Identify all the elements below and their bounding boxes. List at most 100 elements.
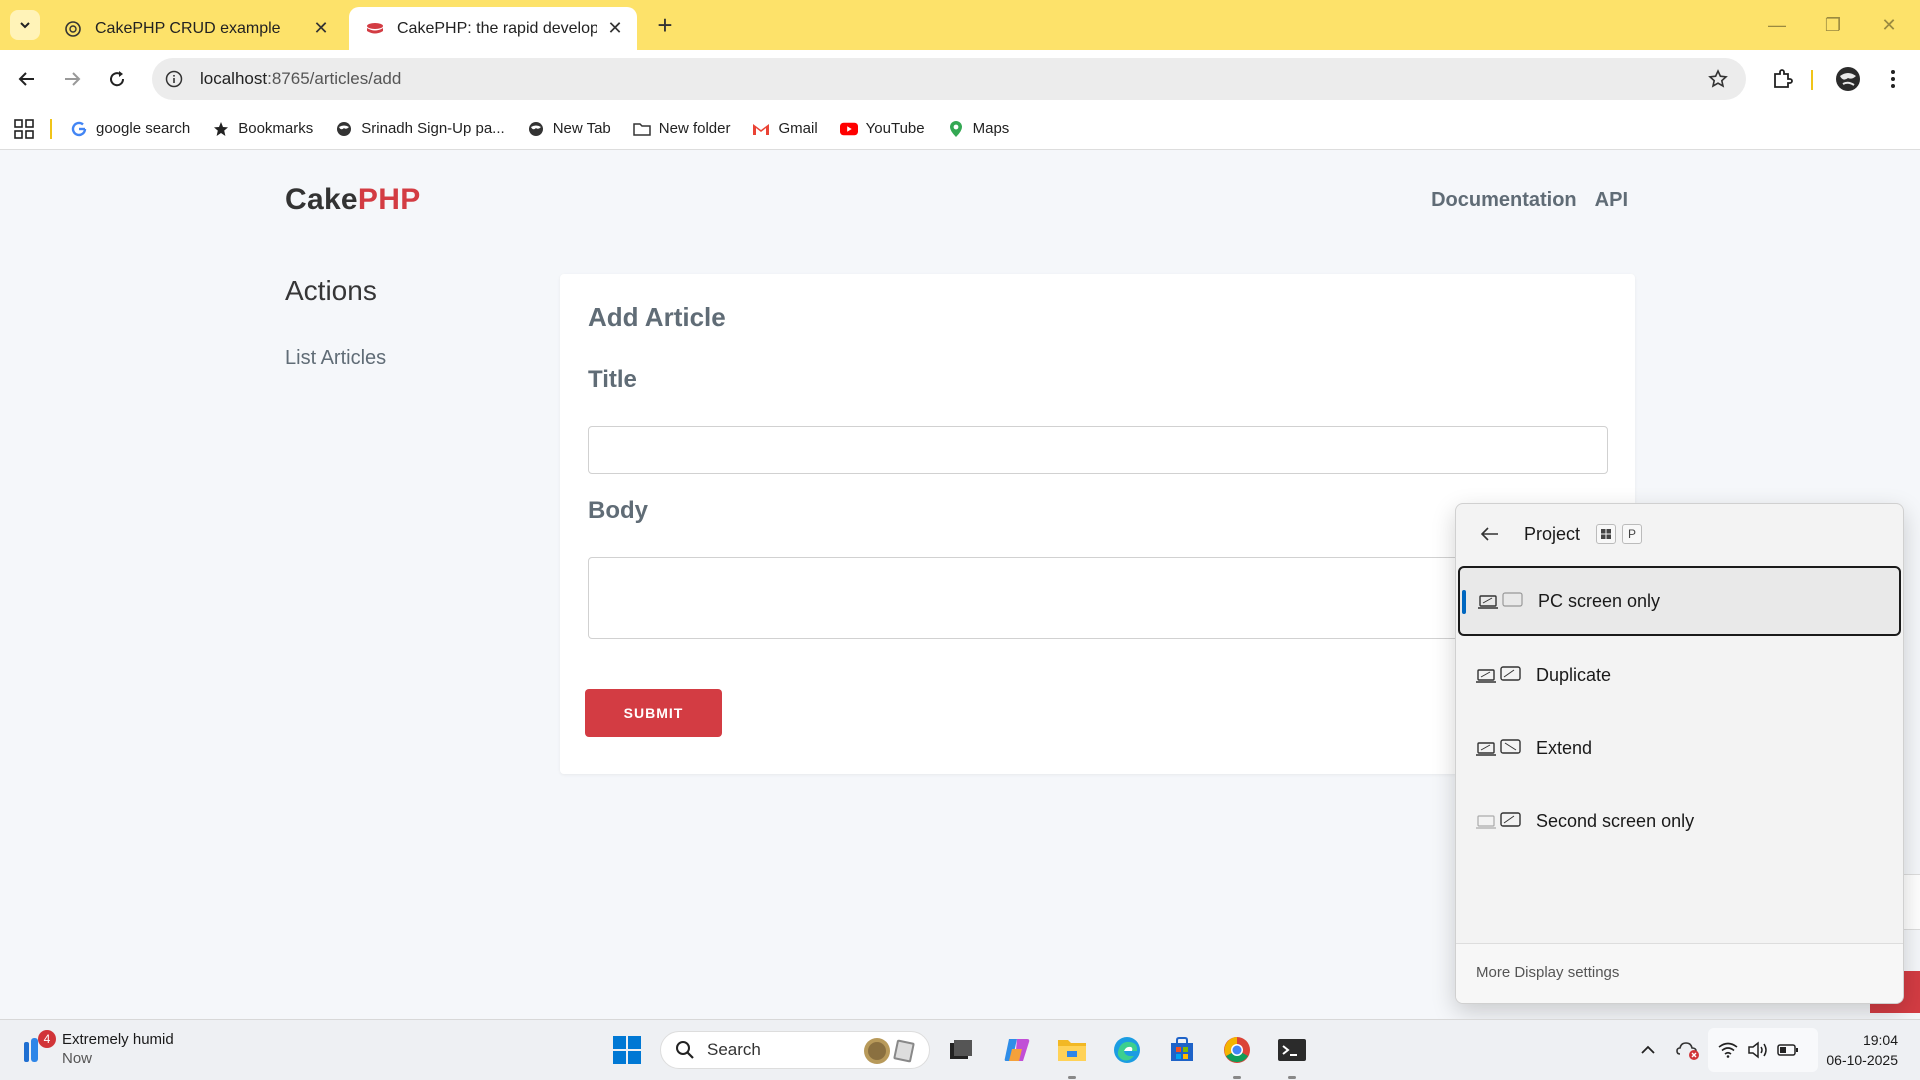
tab-search-button[interactable] xyxy=(10,10,40,40)
address-bar[interactable]: localhost:8765/articles/add xyxy=(152,58,1746,100)
tab-cakephp-rapid[interactable]: CakePHP: the rapid developme ✕ xyxy=(349,7,637,50)
tab-title: CakePHP CRUD example xyxy=(95,19,281,37)
bookmark-label: Bookmarks xyxy=(238,120,314,137)
arrow-left-icon xyxy=(18,72,34,86)
nav-link-api[interactable]: API xyxy=(1595,189,1628,212)
close-icon[interactable]: ✕ xyxy=(605,18,625,39)
flyout-footer: More Display settings xyxy=(1456,943,1903,1003)
new-tab-button[interactable]: + xyxy=(650,10,680,40)
gmail-icon xyxy=(752,120,770,138)
window-close-button[interactable]: ✕ xyxy=(1869,8,1909,42)
bookmark-maps[interactable]: Maps xyxy=(947,120,1010,138)
option-pc-screen-only[interactable]: PC screen only xyxy=(1458,566,1901,636)
second-screen-only-icon xyxy=(1476,810,1522,832)
tab-strip: CakePHP CRUD example ✕ CakePHP: the rapi… xyxy=(0,0,1920,50)
arrow-right-icon xyxy=(65,72,81,86)
weather-badge: 4 xyxy=(38,1030,56,1048)
title-input[interactable] xyxy=(588,426,1608,474)
bookmark-youtube[interactable]: YouTube xyxy=(839,120,925,138)
nav-link-documentation[interactable]: Documentation xyxy=(1431,189,1577,212)
cakephp-logo[interactable]: CakePHP xyxy=(285,183,421,217)
chrome-icon[interactable] xyxy=(1220,1033,1254,1067)
bookmark-label: Srinadh Sign-Up pa... xyxy=(361,120,505,137)
top-nav: Documentation API xyxy=(1431,189,1628,212)
bookmarks-divider xyxy=(50,118,52,139)
task-view-icon[interactable] xyxy=(944,1033,978,1067)
bookmark-label: New folder xyxy=(658,120,731,137)
show-hidden-icons-chevron[interactable] xyxy=(1636,1038,1660,1062)
windows-logo-icon xyxy=(613,1036,641,1064)
wifi-icon[interactable] xyxy=(1716,1038,1740,1062)
bookmark-new-tab[interactable]: New Tab xyxy=(527,120,611,138)
minimize-button[interactable]: — xyxy=(1757,8,1797,42)
taskbar: 4 Extremely humid Now Search 19:04 06-10… xyxy=(0,1019,1920,1080)
tab-cakephp-crud[interactable]: CakePHP CRUD example ✕ xyxy=(47,7,343,50)
option-extend[interactable]: Extend xyxy=(1458,713,1901,783)
bookmark-star-icon[interactable] xyxy=(1706,67,1730,91)
apps-grid-icon[interactable] xyxy=(14,118,34,139)
extensions-icon[interactable] xyxy=(1767,64,1797,94)
maximize-button[interactable]: ❐ xyxy=(1813,8,1853,42)
more-display-settings-link[interactable]: More Display settings xyxy=(1476,964,1619,981)
toolbar-divider xyxy=(1811,70,1813,90)
flyout-header: Project P xyxy=(1478,522,1643,546)
bookmark-label: YouTube xyxy=(865,120,925,137)
form-heading: Add Article xyxy=(588,302,726,332)
bookmark-bookmarks[interactable]: Bookmarks xyxy=(212,120,313,138)
url-text: localhost:8765/articles/add xyxy=(200,69,402,88)
bookmark-label: Gmail xyxy=(778,120,818,137)
taskbar-search[interactable]: Search xyxy=(660,1031,930,1069)
site-info-icon[interactable] xyxy=(162,67,186,91)
close-icon[interactable]: ✕ xyxy=(311,18,331,39)
browser-toolbar: localhost:8765/articles/add xyxy=(0,50,1920,108)
date-text: 06-10-2025 xyxy=(1826,1052,1898,1068)
bookmark-srinadh[interactable]: Srinadh Sign-Up pa... xyxy=(335,120,505,138)
volume-icon[interactable] xyxy=(1746,1038,1770,1062)
weather-icon: 4 xyxy=(20,1030,56,1066)
option-label: Extend xyxy=(1536,737,1593,758)
title-label: Title xyxy=(588,366,637,393)
file-explorer-icon[interactable] xyxy=(1055,1033,1089,1067)
battery-icon[interactable] xyxy=(1776,1038,1800,1062)
clock[interactable]: 19:04 06-10-2025 xyxy=(1826,1030,1898,1070)
weather-widget[interactable]: 4 Extremely humid Now xyxy=(20,1030,174,1068)
list-articles-link[interactable]: List Articles xyxy=(285,347,386,370)
microsoft-store-icon[interactable] xyxy=(1165,1033,1199,1067)
shortcut-key: P xyxy=(1622,524,1643,544)
browser-menu-icon[interactable] xyxy=(1878,64,1908,94)
option-label: Second screen only xyxy=(1536,810,1695,831)
submit-button[interactable]: SUBMIT xyxy=(585,689,722,737)
selection-indicator xyxy=(1462,590,1466,614)
globe-icon xyxy=(335,120,353,138)
option-label: Duplicate xyxy=(1536,664,1612,685)
running-indicator xyxy=(1288,1076,1296,1079)
project-flyout: Project P PC screen only Duplicate Exten… xyxy=(1455,503,1904,1004)
search-highlight-icon xyxy=(861,1037,921,1070)
forward-button[interactable] xyxy=(57,64,87,94)
google-icon xyxy=(70,120,88,138)
pc-screen-only-icon xyxy=(1478,590,1524,612)
start-button[interactable] xyxy=(610,1033,644,1067)
terminal-icon[interactable] xyxy=(1275,1033,1309,1067)
bookmark-new-folder[interactable]: New folder xyxy=(633,120,731,138)
copilot-icon[interactable] xyxy=(1000,1033,1034,1067)
onedrive-error-icon[interactable] xyxy=(1676,1038,1700,1062)
extend-icon xyxy=(1476,737,1522,759)
back-arrow-icon[interactable] xyxy=(1478,522,1502,546)
option-duplicate[interactable]: Duplicate xyxy=(1458,640,1901,710)
reload-button[interactable] xyxy=(102,64,132,94)
bookmark-label: google search xyxy=(96,120,191,137)
bookmark-google-search[interactable]: google search xyxy=(70,120,190,138)
option-label: PC screen only xyxy=(1538,590,1661,611)
reload-icon xyxy=(110,71,125,87)
bookmark-label: Maps xyxy=(972,120,1010,137)
openai-icon xyxy=(63,19,83,39)
edge-icon[interactable] xyxy=(1110,1033,1144,1067)
back-button[interactable] xyxy=(12,64,42,94)
maps-icon xyxy=(947,120,965,138)
profile-avatar[interactable] xyxy=(1833,64,1863,94)
tab-title: CakePHP: the rapid developme xyxy=(397,19,597,37)
cakephp-icon xyxy=(365,19,385,39)
bookmark-gmail[interactable]: Gmail xyxy=(752,120,818,138)
option-second-screen-only[interactable]: Second screen only xyxy=(1458,786,1901,856)
